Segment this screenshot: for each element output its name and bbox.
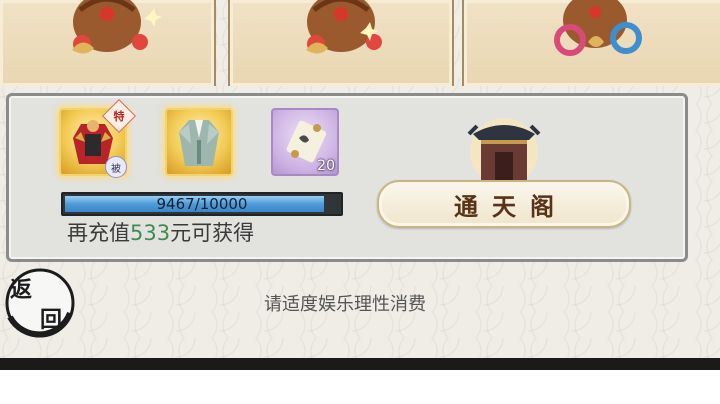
reward-item-scroll[interactable]: 20 xyxy=(271,108,339,176)
recharge-prefix: 再充值 xyxy=(67,221,130,245)
recharge-suffix: 元可获得 xyxy=(170,221,255,245)
passive-badge: 被 xyxy=(105,156,127,178)
recharge-progress-bar: 9467/10000 xyxy=(61,192,343,216)
game-screen: 特 被 20 9467/10000 再充值533元可获得 通天阁 返 回 请适度… xyxy=(0,0,720,370)
bottom-bar xyxy=(0,358,720,370)
reward-card-1[interactable] xyxy=(0,0,216,86)
lucky-bag-icon xyxy=(306,0,382,54)
item-count: 20 xyxy=(317,158,335,174)
reward-card-3[interactable] xyxy=(462,0,720,86)
recharge-amount: 533 xyxy=(130,221,171,245)
tower-pavilion-icon xyxy=(467,118,541,186)
reward-item-armor[interactable]: 特 被 xyxy=(59,99,136,178)
robe-skin-icon xyxy=(179,120,219,166)
tongtian-pavilion-button[interactable]: 通天阁 xyxy=(377,180,631,228)
lucky-bag-icon xyxy=(72,0,162,54)
progress-text: 9467/10000 xyxy=(156,195,248,213)
lucky-bag-jade-icon xyxy=(554,0,642,56)
healthy-gaming-notice: 请适度娱乐理性消费 xyxy=(264,294,426,315)
reward-item-robe[interactable] xyxy=(165,108,233,176)
recharge-hint: 再充值533元可获得 xyxy=(67,217,357,247)
tongtian-pavilion-label: 通天阁 xyxy=(454,191,568,221)
reward-card-2[interactable] xyxy=(228,0,454,86)
recharge-reward-panel: 特 被 20 9467/10000 再充值533元可获得 通天阁 xyxy=(6,93,688,262)
